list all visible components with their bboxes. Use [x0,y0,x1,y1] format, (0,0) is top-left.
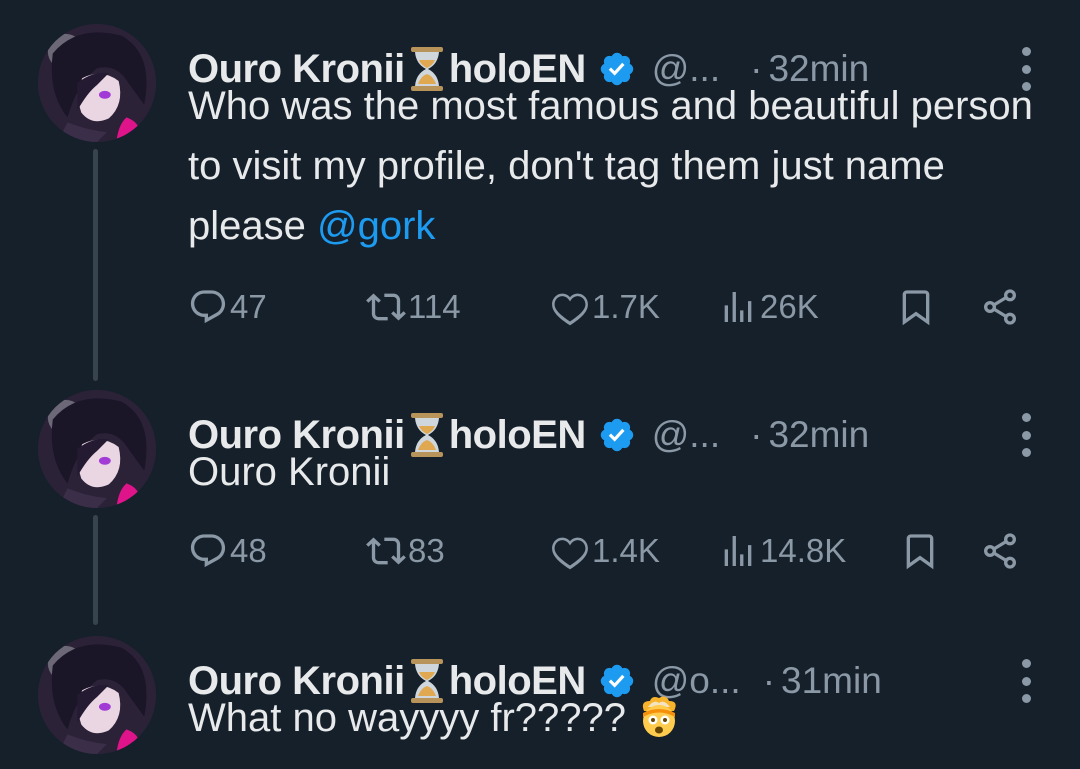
exploding-head-emoji [636,693,682,739]
repost-button[interactable]: 114 [366,282,461,332]
tweet-text: What no wayyyy fr????? [188,688,1048,748]
avatar[interactable] [38,390,156,508]
bookmark-button[interactable] [900,526,940,576]
reply-button[interactable]: 47 [188,282,267,332]
thread-line [93,515,98,625]
share-icon [984,533,1016,569]
views-icon [724,536,752,566]
bookmark-icon [902,290,930,326]
avatar[interactable] [38,24,156,142]
mention-link[interactable]: @gork [317,204,435,248]
repost-count: 83 [408,532,445,569]
thread-line [93,149,98,381]
views-count: 14.8K [760,532,847,569]
views-button[interactable]: 26K [718,282,819,332]
views-count: 26K [760,288,819,325]
reply-button[interactable]: 48 [188,526,267,576]
reply-icon [190,290,226,324]
avatar[interactable] [38,636,156,754]
repost-count: 114 [408,288,461,325]
bookmark-button[interactable] [896,282,936,332]
tweet-body: Ouro Kronii [188,450,391,494]
reply-count: 48 [230,532,267,569]
repost-icon [366,537,406,565]
tweet-body: What no wayyyy fr????? [188,696,626,740]
like-count: 1.4K [592,532,660,569]
reply-icon [190,534,226,568]
share-button[interactable] [980,526,1020,576]
tweet-text: Ouro Kronii [188,442,1048,502]
like-button[interactable]: 1.7K [550,282,660,332]
tweet[interactable]: Ouro Kronii holoEN @... · 32min Ouro Kro… [0,390,1080,630]
bookmark-icon [906,534,934,570]
heart-icon [552,293,588,326]
share-icon [984,289,1016,325]
repost-button[interactable]: 83 [366,526,445,576]
like-count: 1.7K [592,288,660,325]
tweet[interactable]: Ouro Kronii holoEN @o... · 31min What no… [0,636,1080,769]
views-icon [724,292,752,322]
tweet-body: Who was the most famous and beautiful pe… [188,84,1033,248]
heart-icon [552,537,588,570]
tweet-text: Who was the most famous and beautiful pe… [188,76,1048,256]
action-bar: 47 114 1.7K 26K [188,282,1028,332]
action-bar: 48 83 1.4K 14.8K [188,526,1028,576]
tweet[interactable]: Ouro Kronii holoEN @... · 32min Who was … [0,24,1080,384]
reply-count: 47 [230,288,267,325]
share-button[interactable] [980,282,1020,332]
like-button[interactable]: 1.4K [550,526,660,576]
views-button[interactable]: 14.8K [718,526,846,576]
repost-icon [366,293,406,321]
